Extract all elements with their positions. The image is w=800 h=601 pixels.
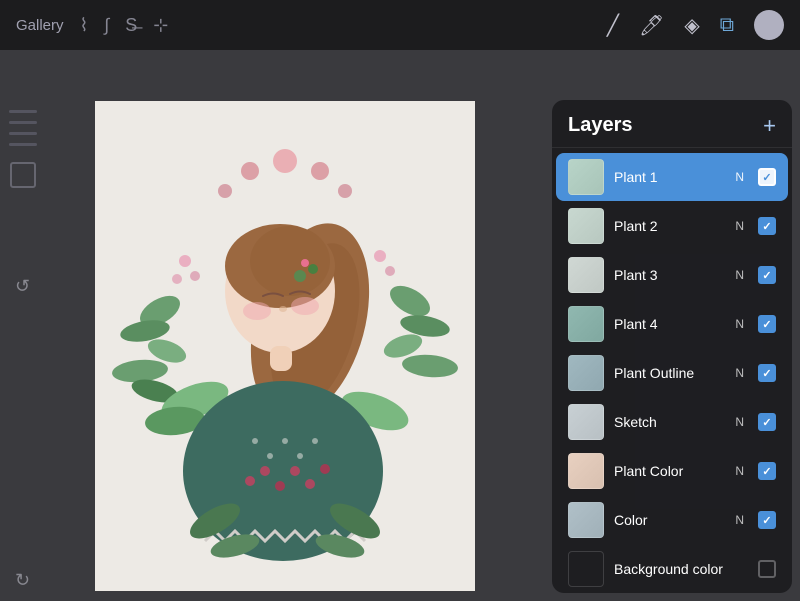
brush-tool-icon[interactable]: 🖊 xyxy=(639,13,664,38)
add-layer-button[interactable]: + xyxy=(763,115,776,137)
slider-4[interactable] xyxy=(9,143,37,146)
layer-blend-mode[interactable]: N xyxy=(735,317,744,331)
layer-visibility-checkbox[interactable] xyxy=(758,217,776,235)
layer-visibility-checkbox[interactable] xyxy=(758,168,776,186)
layer-name: Color xyxy=(614,512,725,528)
toolbar-right: ╱ 🖊 ◈ ⧉ xyxy=(607,10,784,40)
layer-blend-mode[interactable]: N xyxy=(735,170,744,184)
layer-thumbnail xyxy=(568,306,604,342)
layers-tool-icon[interactable]: ⧉ xyxy=(720,14,734,37)
layers-panel-title: Layers xyxy=(568,114,633,137)
layers-panel: Layers + Plant 1NPlant 2NPlant 3NPlant 4… xyxy=(552,100,792,593)
layer-thumbnail xyxy=(568,551,604,587)
redo-arrow[interactable]: ↻ xyxy=(15,570,30,591)
eraser-tool-icon[interactable]: ◈ xyxy=(684,13,699,38)
layer-item[interactable]: Sketch N xyxy=(556,398,788,446)
layer-visibility-checkbox[interactable] xyxy=(758,364,776,382)
modify-icon[interactable]: ⌇ xyxy=(80,15,89,36)
brush-size-slider[interactable] xyxy=(9,110,37,113)
layer-blend-mode[interactable]: N xyxy=(735,366,744,380)
curve-icon[interactable]: ∫ xyxy=(104,15,109,36)
layer-item[interactable]: Plant Outline N xyxy=(556,349,788,397)
canvas-wrapper xyxy=(50,110,520,581)
pencil-tool-icon[interactable]: ╱ xyxy=(607,13,619,38)
drawing-canvas[interactable] xyxy=(95,101,475,591)
color-swatch[interactable] xyxy=(10,162,36,188)
layers-panel-header: Layers + xyxy=(552,100,792,148)
left-sidebar: ↺ ↻ xyxy=(0,100,45,601)
layer-name: Plant 1 xyxy=(614,169,725,185)
layer-thumbnail xyxy=(568,502,604,538)
layer-item[interactable]: Plant 1 N xyxy=(556,153,788,201)
pin-icon[interactable]: ⊹ xyxy=(153,15,168,36)
layer-blend-mode[interactable]: N xyxy=(735,219,744,233)
layer-visibility-checkbox[interactable] xyxy=(758,413,776,431)
slider-3[interactable] xyxy=(9,132,37,135)
layer-visibility-checkbox[interactable] xyxy=(758,511,776,529)
layer-blend-mode[interactable]: N xyxy=(735,268,744,282)
layer-thumbnail xyxy=(568,159,604,195)
layer-thumbnail xyxy=(568,355,604,391)
main-canvas-area: ↺ ↻ xyxy=(0,50,800,601)
layers-list: Plant 1NPlant 2NPlant 3NPlant 4NPlant Ou… xyxy=(552,148,792,593)
brush-opacity-slider[interactable] xyxy=(9,121,37,124)
gallery-button[interactable]: Gallery xyxy=(16,17,64,34)
artwork-svg xyxy=(95,101,475,591)
strikethrough-icon[interactable]: S̶ xyxy=(125,15,137,36)
layer-visibility-checkbox[interactable] xyxy=(758,462,776,480)
layer-item[interactable]: Color N xyxy=(556,496,788,544)
layer-visibility-checkbox[interactable] xyxy=(758,266,776,284)
layer-thumbnail xyxy=(568,404,604,440)
layer-thumbnail xyxy=(568,257,604,293)
layer-blend-mode[interactable]: N xyxy=(735,415,744,429)
layer-blend-mode[interactable]: N xyxy=(735,464,744,478)
layer-name: Plant 4 xyxy=(614,316,725,332)
top-toolbar: Gallery ⌇ ∫ S̶ ⊹ ╱ 🖊 ◈ ⧉ xyxy=(0,0,800,50)
layer-name: Plant 2 xyxy=(614,218,725,234)
layer-item[interactable]: Plant 4 N xyxy=(556,300,788,348)
layer-thumbnail xyxy=(568,453,604,489)
layer-name: Plant Outline xyxy=(614,365,725,381)
layer-name: Sketch xyxy=(614,414,725,430)
layer-name: Background color xyxy=(614,561,748,577)
layer-thumbnail xyxy=(568,208,604,244)
layer-item[interactable]: Plant Color N xyxy=(556,447,788,495)
layer-item[interactable]: Background color xyxy=(556,545,788,593)
layer-item[interactable]: Plant 3 N xyxy=(556,251,788,299)
avatar-button[interactable] xyxy=(754,10,784,40)
layer-name: Plant 3 xyxy=(614,267,725,283)
layer-visibility-checkbox[interactable] xyxy=(758,315,776,333)
undo-arrow[interactable]: ↺ xyxy=(15,276,30,297)
layer-blend-mode[interactable]: N xyxy=(735,513,744,527)
layer-name: Plant Color xyxy=(614,463,725,479)
layer-visibility-checkbox[interactable] xyxy=(758,560,776,578)
layer-item[interactable]: Plant 2 N xyxy=(556,202,788,250)
toolbar-left: Gallery ⌇ ∫ S̶ ⊹ xyxy=(16,15,168,36)
